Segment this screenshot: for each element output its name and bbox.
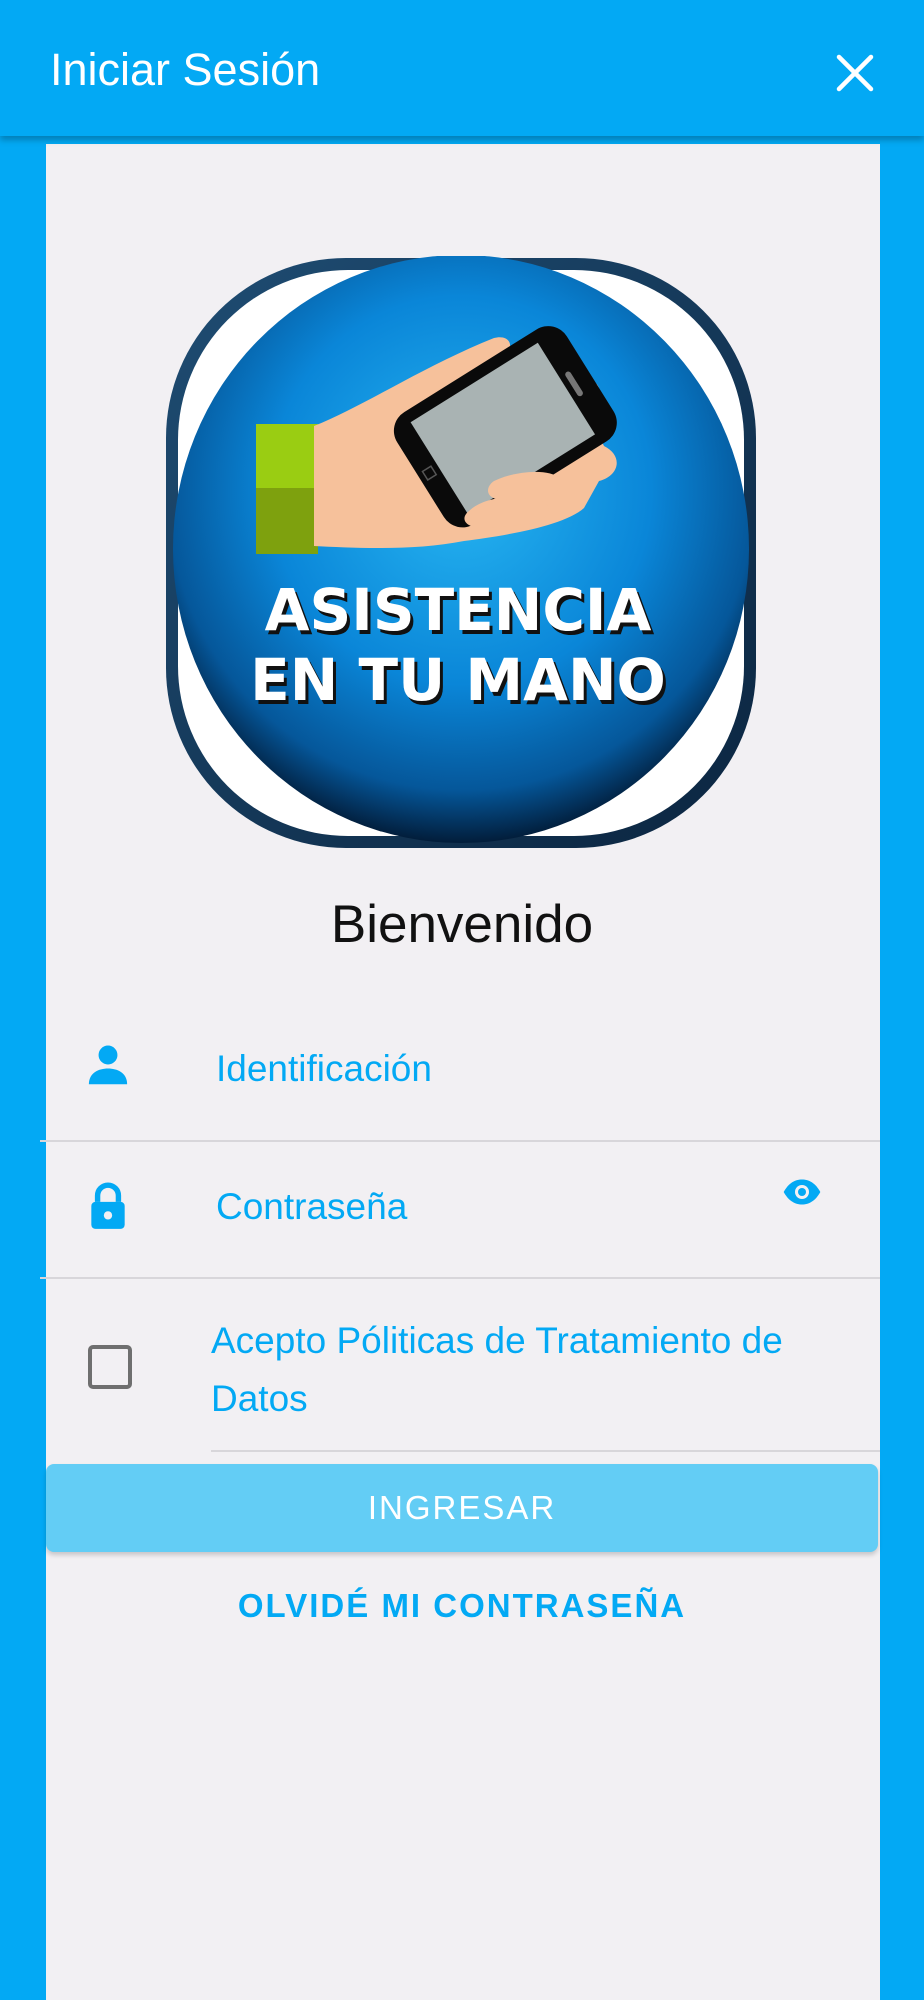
welcome-heading: Bienvenido — [330, 895, 594, 954]
page-title: Iniciar Sesión — [50, 44, 321, 95]
identification-input[interactable]: Identificación — [216, 1048, 432, 1090]
divider — [40, 1277, 880, 1279]
toggle-password-visibility[interactable] — [778, 1172, 826, 1212]
divider — [40, 1140, 880, 1142]
lock-icon — [80, 1178, 136, 1234]
login-button[interactable]: INGRESAR — [46, 1464, 878, 1552]
frame-right — [880, 136, 910, 2000]
frame-left — [18, 136, 46, 2000]
accept-policies-label[interactable]: Acepto Póliticas de Tratamiento de Datos — [211, 1312, 851, 1428]
person-icon — [80, 1036, 136, 1092]
accept-policies-checkbox[interactable] — [88, 1345, 132, 1389]
app-logo: ASISTENCIA ASISTENCIA EN TU MANO EN TU M… — [164, 255, 758, 850]
logo-text-line2-front: EN TU MANO — [250, 646, 666, 714]
forgot-password-button[interactable]: OLVIDÉ MI CONTRASEÑA — [200, 1580, 724, 1632]
eye-icon — [783, 1179, 821, 1205]
close-icon — [836, 54, 874, 92]
close-button[interactable] — [822, 40, 888, 106]
divider — [211, 1450, 880, 1452]
password-input[interactable]: Contraseña — [216, 1186, 407, 1228]
app-bar: Iniciar Sesión — [0, 0, 924, 136]
logo-text-line1-front: ASISTENCIA — [265, 576, 652, 644]
